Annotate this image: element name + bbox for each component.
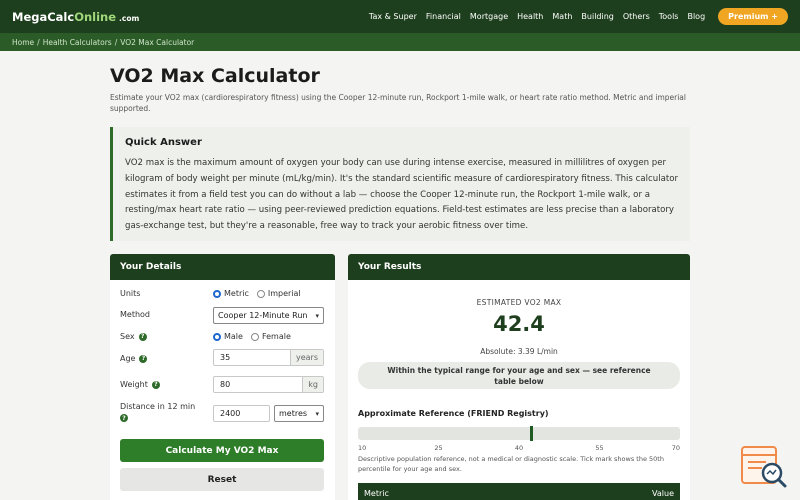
nav-item-health[interactable]: Health bbox=[517, 12, 543, 21]
details-card-heading: Your Details bbox=[110, 254, 335, 280]
distance-field[interactable]: 2400 bbox=[213, 405, 270, 422]
results-card: Your Results ESTIMATED VO2 MAX 42.4 Abso… bbox=[348, 254, 690, 500]
chevron-down-icon: ▾ bbox=[315, 311, 319, 320]
sex-male-radio[interactable]: Male bbox=[213, 332, 243, 341]
breadcrumb-current: VO2 Max Calculator bbox=[120, 37, 195, 47]
scale-ticks: 10 25 40 55 70 bbox=[358, 444, 680, 453]
sex-female-label: Female bbox=[261, 332, 291, 341]
breadcrumb-separator: / bbox=[37, 37, 40, 47]
method-select[interactable]: Cooper 12-Minute Run ▾ bbox=[213, 307, 324, 324]
distance-input-value: 2400 bbox=[220, 409, 241, 418]
reference-title: Approximate Reference (FRIEND Registry) bbox=[358, 409, 549, 418]
sex-female-radio[interactable]: Female bbox=[250, 332, 291, 341]
logo-main: MegaCalc bbox=[12, 9, 75, 24]
scale-tick-label: 55 bbox=[595, 444, 604, 452]
sex-male-label: Male bbox=[224, 332, 243, 341]
scale-tick-label: 40 bbox=[514, 444, 524, 452]
age-field[interactable]: 35 years bbox=[213, 349, 324, 366]
nav-item-tax-super[interactable]: Tax & Super bbox=[369, 12, 417, 21]
estimate-value: 42.4 bbox=[493, 312, 545, 336]
main-nav: Tax & Super Financial Mortgage Health Ma… bbox=[369, 8, 788, 25]
reference-table-header: Metric Value bbox=[358, 483, 680, 500]
sex-row: Sex? bbox=[120, 332, 147, 341]
site-logo[interactable]: MegaCalc Online .com bbox=[12, 10, 139, 24]
weight-row: Weight? bbox=[120, 380, 160, 389]
units-label: Units bbox=[120, 289, 141, 298]
quick-answer-box: Quick Answer VO2 max is the maximum amou… bbox=[110, 127, 690, 241]
range-status-badge: Within the typical range for your age an… bbox=[358, 362, 680, 389]
breadcrumb: Home / Health Calculators / VO2 Max Calc… bbox=[0, 33, 800, 51]
age-label: Age bbox=[120, 354, 136, 363]
nav-item-mortgage[interactable]: Mortgage bbox=[470, 12, 508, 21]
scale-tick-label: 10 bbox=[358, 444, 367, 452]
breadcrumb-separator: / bbox=[114, 37, 118, 47]
distance-row: Distance in 12 min ? bbox=[120, 402, 195, 422]
reference-note: Descriptive population reference, not a … bbox=[358, 455, 664, 473]
radio-unselected-icon bbox=[256, 289, 265, 298]
nav-item-others[interactable]: Others bbox=[623, 12, 650, 21]
logo-accent: Online bbox=[74, 9, 117, 24]
breadcrumb-health[interactable]: Health Calculators bbox=[43, 38, 112, 47]
age-unit: years bbox=[289, 350, 323, 365]
search-document-icon[interactable] bbox=[740, 445, 788, 490]
units-imperial-radio[interactable]: Imperial bbox=[256, 289, 301, 298]
distance-unit-value: metres bbox=[279, 409, 308, 418]
absolute-value: Absolute: 3.39 L/min bbox=[480, 347, 558, 356]
units-imperial-label: Imperial bbox=[267, 289, 301, 298]
page-title: VO2 Max Calculator bbox=[110, 65, 320, 87]
reference-scale-bar bbox=[358, 426, 680, 441]
radio-selected-icon bbox=[213, 332, 221, 341]
nav-item-financial[interactable]: Financial bbox=[426, 12, 461, 21]
quick-answer-text: VO2 max is the maximum amount of oxygen … bbox=[125, 158, 679, 232]
units-row: Units bbox=[120, 289, 140, 298]
radio-unselected-icon bbox=[250, 332, 259, 341]
table-header-metric: Metric bbox=[364, 489, 389, 498]
units-metric-label: Metric bbox=[224, 289, 249, 298]
weight-label: Weight bbox=[120, 380, 148, 389]
nav-item-tools[interactable]: Tools bbox=[659, 12, 679, 21]
reset-button[interactable]: Reset bbox=[120, 468, 324, 491]
weight-input-value: 80 bbox=[220, 380, 231, 389]
premium-button[interactable]: Premium + bbox=[718, 8, 788, 25]
sex-options: Male Female bbox=[213, 332, 299, 341]
breadcrumb-home[interactable]: Home bbox=[12, 38, 34, 47]
info-icon[interactable]: ? bbox=[139, 354, 148, 363]
units-options: Metric Imperial bbox=[213, 289, 309, 298]
method-select-value: Cooper 12-Minute Run bbox=[218, 311, 308, 320]
chevron-down-icon: ▾ bbox=[315, 409, 319, 418]
age-input-value: 35 bbox=[220, 353, 231, 362]
distance-label: Distance in 12 min bbox=[120, 402, 196, 411]
scale-marker bbox=[530, 426, 534, 441]
info-icon[interactable]: ? bbox=[120, 414, 128, 422]
method-row: Method bbox=[120, 310, 150, 319]
quick-answer-heading: Quick Answer bbox=[125, 137, 202, 148]
results-card-heading: Your Results bbox=[348, 254, 690, 280]
logo-tld: .com bbox=[119, 13, 140, 23]
weight-unit: kg bbox=[302, 377, 323, 392]
nav-item-blog[interactable]: Blog bbox=[687, 12, 705, 21]
calculate-button[interactable]: Calculate My VO2 Max bbox=[120, 439, 324, 462]
scale-tick-label: 70 bbox=[671, 444, 680, 452]
units-metric-radio[interactable]: Metric bbox=[213, 289, 249, 298]
distance-unit-select[interactable]: metres ▾ bbox=[274, 405, 324, 422]
scale-tick-label: 25 bbox=[434, 444, 443, 452]
method-label: Method bbox=[120, 310, 151, 319]
nav-item-building[interactable]: Building bbox=[581, 12, 613, 21]
info-icon[interactable]: ? bbox=[151, 380, 160, 389]
sex-label: Sex bbox=[120, 332, 135, 341]
estimate-label: ESTIMATED VO2 MAX bbox=[476, 298, 562, 307]
weight-field[interactable]: 80 kg bbox=[213, 376, 324, 393]
radio-selected-icon bbox=[213, 289, 221, 298]
age-row: Age? bbox=[120, 354, 148, 363]
nav-item-math[interactable]: Math bbox=[552, 12, 572, 21]
details-card: Your Details Units Metric Imperial Metho… bbox=[110, 254, 335, 500]
top-navbar: MegaCalc Online .com Tax & Super Financial… bbox=[0, 0, 800, 33]
table-header-value: Value bbox=[652, 489, 674, 498]
info-icon[interactable]: ? bbox=[138, 332, 147, 341]
page-subtitle: Estimate your VO2 max (cardiorespiratory… bbox=[110, 93, 686, 113]
